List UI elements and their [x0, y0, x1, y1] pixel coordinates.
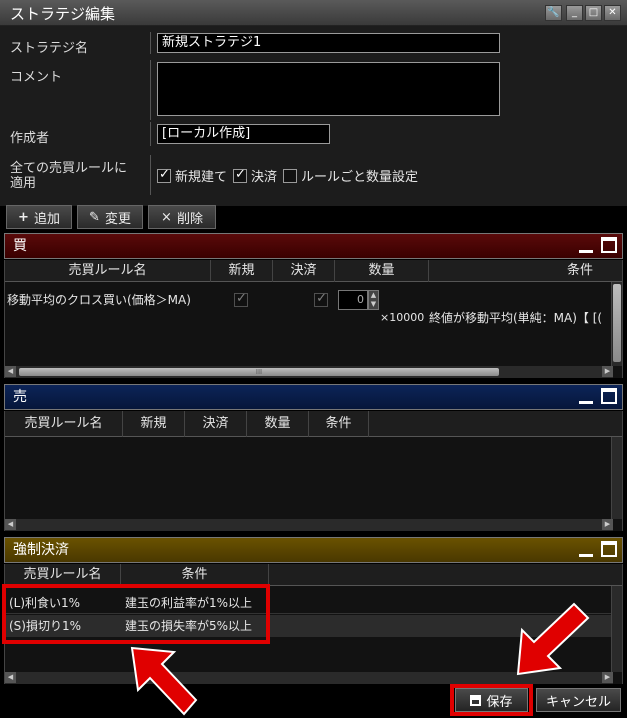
forced-settlement-header: 強制決済: [4, 537, 623, 563]
divider: [150, 32, 151, 54]
scroll-right-icon[interactable]: ▶: [602, 519, 613, 530]
delete-button[interactable]: × 削除: [148, 205, 216, 229]
sell-section-title: 売: [13, 389, 27, 405]
divider: [150, 122, 151, 146]
divider: [150, 60, 151, 120]
quantity-input[interactable]: 0: [338, 290, 368, 310]
vertical-scrollbar[interactable]: [611, 282, 622, 366]
divider: [150, 155, 151, 195]
rule-name-cell: 移動平均のクロス買い(価格＞MA): [7, 293, 191, 307]
checkbox-box[interactable]: [157, 167, 171, 183]
title-bar: ストラテジ編集 🔧 _ □ ✕: [0, 0, 627, 26]
maximize-icon[interactable]: [601, 541, 617, 557]
minimize-icon[interactable]: [579, 239, 593, 253]
plus-icon: +: [18, 209, 29, 225]
buy-section-header: 買: [4, 233, 623, 259]
horizontal-scrollbar[interactable]: ◀ III ▶: [5, 366, 613, 378]
comment-textarea[interactable]: [157, 62, 500, 116]
quantity-stepper[interactable]: ▲ ▼: [368, 290, 379, 310]
scroll-left-icon[interactable]: ◀: [5, 519, 16, 530]
comment-label: コメント: [10, 70, 63, 85]
scroll-right-icon[interactable]: ▶: [602, 672, 613, 683]
horizontal-scrollbar[interactable]: ◀ ▶: [5, 519, 613, 531]
cross-icon: ×: [161, 209, 172, 225]
buy-rules-grid: 売買ルール名 新規 決済 数量 条件 移動平均のクロス買い(価格＞MA) 0 ▲…: [4, 260, 623, 378]
maximize-icon[interactable]: [601, 237, 617, 253]
strategy-name-label: ストラテジ名: [10, 41, 89, 56]
col-condition[interactable]: 条件: [121, 564, 269, 586]
minimize-icon[interactable]: [579, 543, 593, 557]
creator-label: 作成者: [10, 131, 50, 146]
col-new[interactable]: 新規: [211, 260, 273, 282]
forced-settlement-title: 強制決済: [13, 542, 69, 558]
checkbox-box[interactable]: [283, 168, 298, 183]
annotation-arrow-icon: [130, 646, 198, 716]
checkbox-box[interactable]: [233, 167, 248, 183]
close-window-button[interactable]: ✕: [604, 5, 621, 21]
vertical-scrollbar[interactable]: [611, 437, 622, 519]
grid-header: 売買ルール名 新規 決済 数量 条件: [5, 260, 622, 282]
pencil-icon: ✎: [89, 209, 100, 225]
apply-checkboxes: 新規建て 決済 ルールごと数量設定: [157, 166, 418, 185]
table-row[interactable]: 移動平均のクロス買い(価格＞MA) 0 ▲▼ ×10000 終値が移動平均(単純…: [5, 289, 613, 325]
pin-icon[interactable]: 🔧: [545, 5, 562, 21]
scroll-left-icon[interactable]: ◀: [5, 672, 16, 683]
grid-header: 売買ルール名 新規 決済 数量 条件: [5, 411, 622, 437]
multiplier-label: ×10000: [380, 311, 425, 324]
settle-checkbox[interactable]: [314, 291, 329, 307]
minimize-window-button[interactable]: _: [566, 5, 583, 21]
col-condition[interactable]: 条件: [429, 260, 613, 282]
condition-cell: 終値が移動平均(単純：MA)【 [(: [429, 311, 603, 325]
scroll-left-icon[interactable]: ◀: [5, 366, 16, 377]
maximize-icon[interactable]: [601, 388, 617, 404]
highlight-box: [2, 584, 270, 644]
strategy-name-input[interactable]: 新規ストラテジ1: [157, 33, 500, 53]
annotation-arrow-icon: [516, 602, 590, 676]
scroll-thumb[interactable]: [613, 284, 621, 362]
minimize-icon[interactable]: [579, 390, 593, 404]
col-new[interactable]: 新規: [123, 411, 185, 437]
buy-section-title: 買: [13, 238, 27, 254]
new-checkbox[interactable]: [234, 291, 248, 307]
col-rule-name[interactable]: 売買ルール名: [5, 411, 123, 437]
grid-header: 売買ルール名 条件: [5, 564, 622, 586]
sell-section-header: 売: [4, 384, 623, 410]
settle-checkbox[interactable]: 決済: [233, 166, 277, 185]
col-quantity[interactable]: 数量: [247, 411, 309, 437]
window-title: ストラテジ編集: [10, 5, 116, 23]
col-settle[interactable]: 決済: [185, 411, 247, 437]
col-quantity[interactable]: 数量: [335, 260, 429, 282]
col-rule-name[interactable]: 売買ルール名: [5, 564, 121, 586]
col-rule-name[interactable]: 売買ルール名: [5, 260, 211, 282]
col-settle[interactable]: 決済: [273, 260, 335, 282]
vertical-scrollbar[interactable]: [611, 586, 622, 672]
edit-button[interactable]: ✎ 変更: [77, 205, 143, 229]
scroll-right-icon[interactable]: ▶: [602, 366, 613, 377]
apply-all-label: 全ての売買ルールに 適用: [10, 161, 128, 191]
sell-rules-grid: 売買ルール名 新規 決済 数量 条件 ◀ ▶: [4, 411, 623, 531]
add-button[interactable]: + 追加: [6, 205, 72, 229]
highlight-box: [450, 684, 533, 716]
new-position-checkbox[interactable]: 新規建て: [157, 166, 227, 185]
maximize-window-button[interactable]: □: [585, 5, 602, 21]
col-condition[interactable]: 条件: [309, 411, 369, 437]
per-rule-quantity-checkbox[interactable]: ルールごと数量設定: [283, 166, 418, 185]
cancel-button[interactable]: キャンセル: [536, 688, 621, 712]
scroll-thumb[interactable]: III: [19, 368, 499, 376]
creator-field: [ローカル作成]: [157, 124, 330, 144]
